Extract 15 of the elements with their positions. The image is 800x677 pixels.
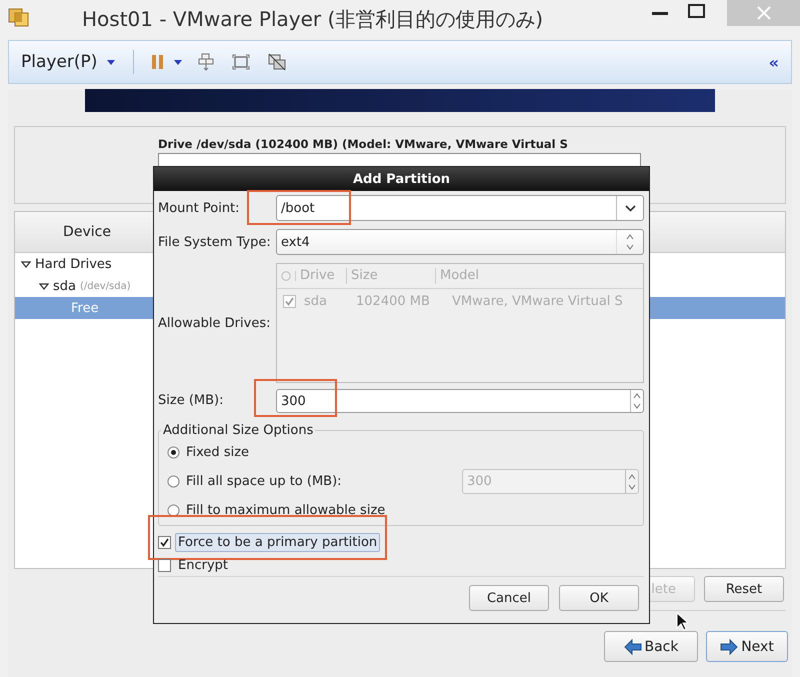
table-cell-text: 102400 MB <box>356 294 431 308</box>
tree-label: sda <box>53 278 76 294</box>
tree-label: Free <box>71 300 99 316</box>
dialog-title: Add Partition <box>154 167 649 191</box>
table-cell: VMware, VMware Virtual S <box>452 294 623 308</box>
group-label: Additional Size Options <box>162 423 314 438</box>
drive-header: Drive /dev/sda (102400 MB) (Model: VMware, VMware Virtual S <box>158 137 569 151</box>
field-label: File System Type: <box>158 234 272 250</box>
table-cell-text: sda <box>303 294 328 308</box>
field-label: Allowable Drives: <box>158 316 272 330</box>
window-title: Host01 - VMware Player (非営利目的の使用のみ) <box>82 6 544 33</box>
field-label: Size (MB): <box>158 392 224 408</box>
tree-label: Hard Drives <box>35 256 112 272</box>
field-label: Mount Point: <box>158 200 241 216</box>
device-path: (/dev/sda) <box>80 280 131 292</box>
